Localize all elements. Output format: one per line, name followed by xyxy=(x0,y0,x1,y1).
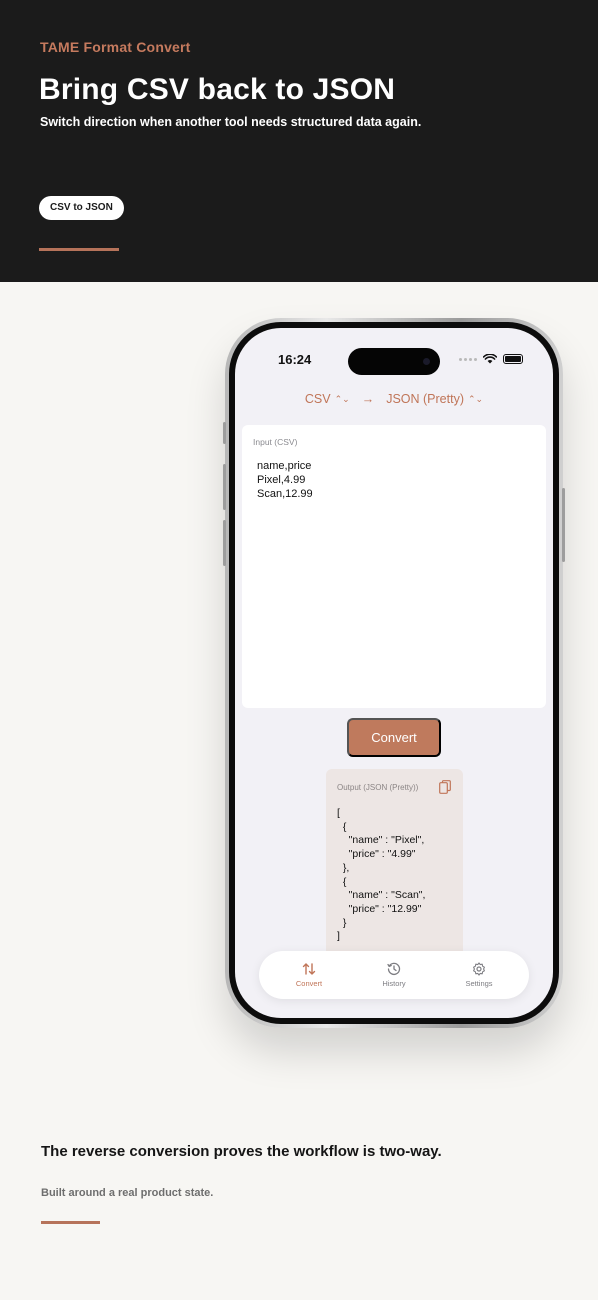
tab-settings[interactable]: Settings xyxy=(449,951,509,999)
footer-accent-line xyxy=(41,1221,100,1224)
battery-icon xyxy=(503,354,523,364)
tab-label: Settings xyxy=(465,979,493,988)
hero-section: TAME Format Convert Bring CSV back to JS… xyxy=(0,0,598,282)
dynamic-island xyxy=(348,348,440,375)
phone-screen: 16:24 CSV ⌃⌄ → JSON (Pretty) ⌃⌄ Input (C… xyxy=(235,328,553,1018)
wifi-icon xyxy=(483,354,497,364)
output-label: Output (JSON (Pretty)) xyxy=(337,783,419,792)
direction-arrow-icon: → xyxy=(361,392,375,406)
output-panel: Output (JSON (Pretty)) [ { "name" : "Pix… xyxy=(326,769,463,969)
tab-history[interactable]: History xyxy=(364,951,424,999)
hero-accent-line xyxy=(39,248,119,251)
tab-bar: Convert History Settings xyxy=(259,951,529,999)
cellular-signal-icon xyxy=(459,357,477,361)
convert-button[interactable]: Convert xyxy=(347,718,441,757)
input-label: Input (CSV) xyxy=(253,437,298,447)
clock-history-icon xyxy=(387,962,401,975)
format-selector-row: CSV ⌃⌄ → JSON (Pretty) ⌃⌄ xyxy=(235,392,553,406)
phone-volume-down xyxy=(223,520,226,566)
chevron-updown-icon: ⌃⌄ xyxy=(334,393,350,404)
target-format-label: JSON (Pretty) xyxy=(386,392,464,406)
copy-icon[interactable] xyxy=(439,780,451,794)
direction-pill[interactable]: CSV to JSON xyxy=(39,196,124,220)
footer-title: The reverse conversion proves the workfl… xyxy=(41,1143,442,1160)
phone-mockup: 16:24 CSV ⌃⌄ → JSON (Pretty) ⌃⌄ Input (C… xyxy=(223,318,565,1028)
status-time: 16:24 xyxy=(278,352,312,367)
source-format-picker[interactable]: CSV ⌃⌄ xyxy=(305,392,350,406)
tab-label: History xyxy=(382,979,406,988)
phone-power-button xyxy=(562,488,565,562)
input-text[interactable]: name,price Pixel,4.99 Scan,12.99 xyxy=(257,459,313,501)
hero-subtitle: Switch direction when another tool needs… xyxy=(40,115,422,129)
brand-name: TAME Format Convert xyxy=(40,39,191,55)
status-icons xyxy=(459,354,523,364)
phone-volume-up xyxy=(223,464,226,510)
source-format-label: CSV xyxy=(304,392,331,406)
convert-arrows-icon xyxy=(302,963,316,975)
input-editor[interactable]: Input (CSV) name,price Pixel,4.99 Scan,1… xyxy=(242,425,546,708)
phone-action-button xyxy=(223,422,226,444)
target-format-picker[interactable]: JSON (Pretty) ⌃⌄ xyxy=(386,392,483,406)
hero-title: Bring CSV back to JSON xyxy=(39,73,396,106)
footer-subtitle: Built around a real product state. xyxy=(41,1187,214,1199)
tab-label: Convert xyxy=(295,979,323,988)
tab-convert[interactable]: Convert xyxy=(279,951,339,999)
output-text: [ { "name" : "Pixel", "price" : "4.99" }… xyxy=(337,807,426,943)
gear-icon xyxy=(473,962,485,976)
chevron-updown-icon: ⌃⌄ xyxy=(468,393,484,404)
